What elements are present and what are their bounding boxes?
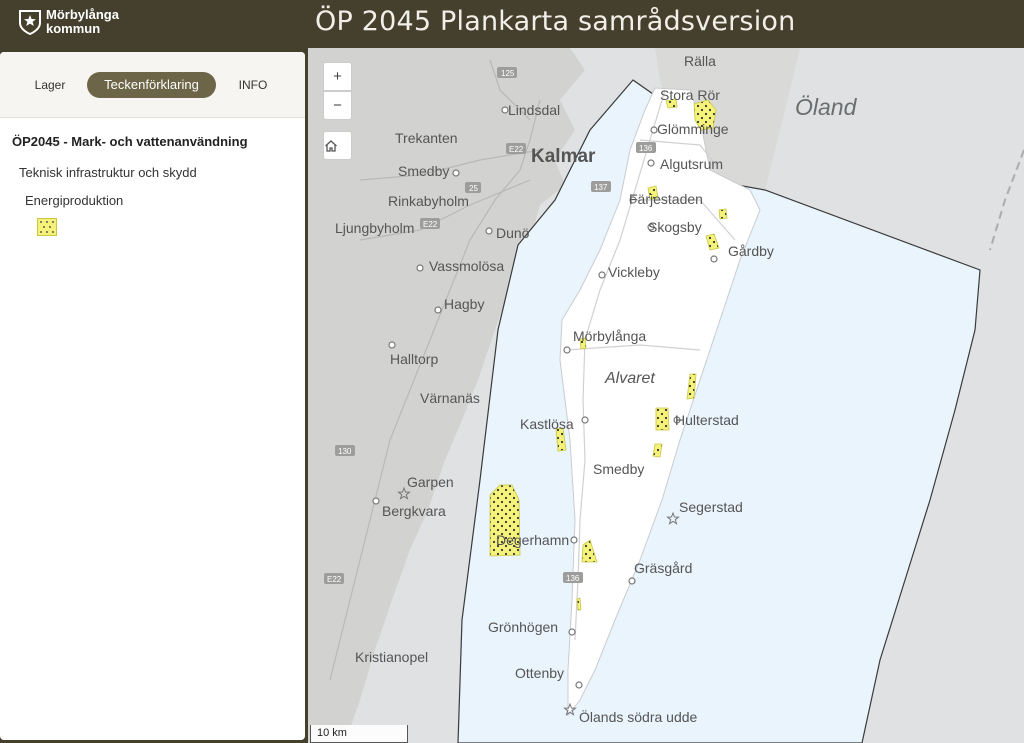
logo-line2: kommun <box>46 21 101 36</box>
label-kristianopel: Kristianopel <box>355 649 428 665</box>
label-algutsrum: Algutsrum <box>660 156 723 172</box>
legend-subgroup-label: Energiproduktion <box>25 193 124 208</box>
label-smedby-n: Smedby <box>398 163 449 179</box>
zoom-out-button[interactable]: − <box>323 91 352 120</box>
label-ralla: Rälla <box>684 53 716 69</box>
legend-group-label: Teknisk infrastruktur och skydd <box>19 165 197 180</box>
label-vickleby: Vickleby <box>608 264 660 280</box>
app-header: Mörbylånga kommun ÖP 2045 Plankarta samr… <box>0 0 1024 48</box>
label-oland: Öland <box>795 94 858 120</box>
map-canvas[interactable]: 125 E22 25 137 136 130 E22 136 E22 Rälla… <box>308 48 1024 743</box>
tab-teckenforklaring[interactable]: Teckenförklaring <box>87 72 216 98</box>
label-segerstad: Segerstad <box>679 499 743 515</box>
road-125-label: 125 <box>501 69 515 78</box>
logo-line1: Mörbylånga <box>46 7 119 22</box>
home-button[interactable] <box>323 131 352 160</box>
zoom-in-button[interactable]: + <box>323 62 352 91</box>
label-gronhogen: Grönhögen <box>488 619 558 635</box>
label-trekanten: Trekanten <box>395 130 458 146</box>
road-130-label: 130 <box>338 447 352 456</box>
energy-area-hulterstad-s <box>652 443 663 458</box>
label-ottenby: Ottenby <box>515 665 564 681</box>
label-kastlosa: Kastlösa <box>520 416 574 432</box>
label-varnanas: Värnanäs <box>420 390 480 406</box>
label-lindsdal: Lindsdal <box>508 102 560 118</box>
tab-info[interactable]: INFO <box>226 72 280 98</box>
home-icon <box>325 140 337 152</box>
road-25-label: 25 <box>469 184 478 193</box>
road-136-label-a: 136 <box>639 144 653 153</box>
logo-text: Mörbylånga kommun <box>46 8 119 36</box>
label-morbylanga: Mörbylånga <box>573 328 646 344</box>
label-grasgard: Gräsgård <box>634 560 692 576</box>
road-137-label: 137 <box>594 183 608 192</box>
energy-swatch <box>37 218 57 236</box>
label-rinkabyholm: Rinkabyholm <box>388 193 469 209</box>
map-view[interactable]: 125 E22 25 137 136 130 E22 136 E22 Rälla… <box>308 48 1024 743</box>
energy-area-skogsby <box>718 208 728 220</box>
app-title: ÖP 2045 Plankarta samrådsversion <box>315 6 796 37</box>
label-bergkvara: Bergkvara <box>382 503 446 519</box>
energy-area-hulterstad <box>655 407 670 431</box>
road-e22-label-b: E22 <box>327 575 342 584</box>
label-degerhamn: Degerhamn <box>496 532 569 548</box>
label-hulterstad: Hulterstad <box>675 412 739 428</box>
road-e22-label-c: E22 <box>423 220 438 229</box>
tab-lager[interactable]: Lager <box>22 72 78 98</box>
label-halltorp: Halltorp <box>390 351 438 367</box>
label-garpen: Garpen <box>407 474 454 490</box>
label-kalmar: Kalmar <box>531 146 596 167</box>
side-panel: Lager Teckenförklaring INFO ÖP2045 - Mar… <box>0 52 305 740</box>
label-skogsby: Skogsby <box>648 219 702 235</box>
label-vassmolosa: Vassmolösa <box>429 258 504 274</box>
label-farjestaden: Färjestaden <box>629 191 703 207</box>
label-smedby-s: Smedby <box>593 461 644 477</box>
legend-title: ÖP2045 - Mark- och vattenanvändning <box>12 134 248 149</box>
scale-bar: 10 km <box>310 725 408 743</box>
energy-area-gronhogen <box>576 597 582 611</box>
label-glomminge: Glömminge <box>657 121 729 137</box>
road-e22-label-a: E22 <box>509 145 524 154</box>
label-olands-sodra-udde: Ölands södra udde <box>579 708 698 725</box>
crest-icon <box>19 10 41 35</box>
label-duno: Dunö <box>496 225 530 241</box>
label-ljungbyholm: Ljungbyholm <box>335 220 414 236</box>
label-stora-ror: Stora Rör <box>660 87 720 103</box>
label-alvaret: Alvaret <box>604 370 655 387</box>
panel-tabs: Lager Teckenförklaring INFO <box>0 52 305 118</box>
municipality-logo[interactable]: Mörbylånga kommun <box>18 7 138 39</box>
label-gardby: Gårdby <box>728 243 774 259</box>
road-136-label-b: 136 <box>566 574 580 583</box>
label-hagby: Hagby <box>444 296 484 312</box>
